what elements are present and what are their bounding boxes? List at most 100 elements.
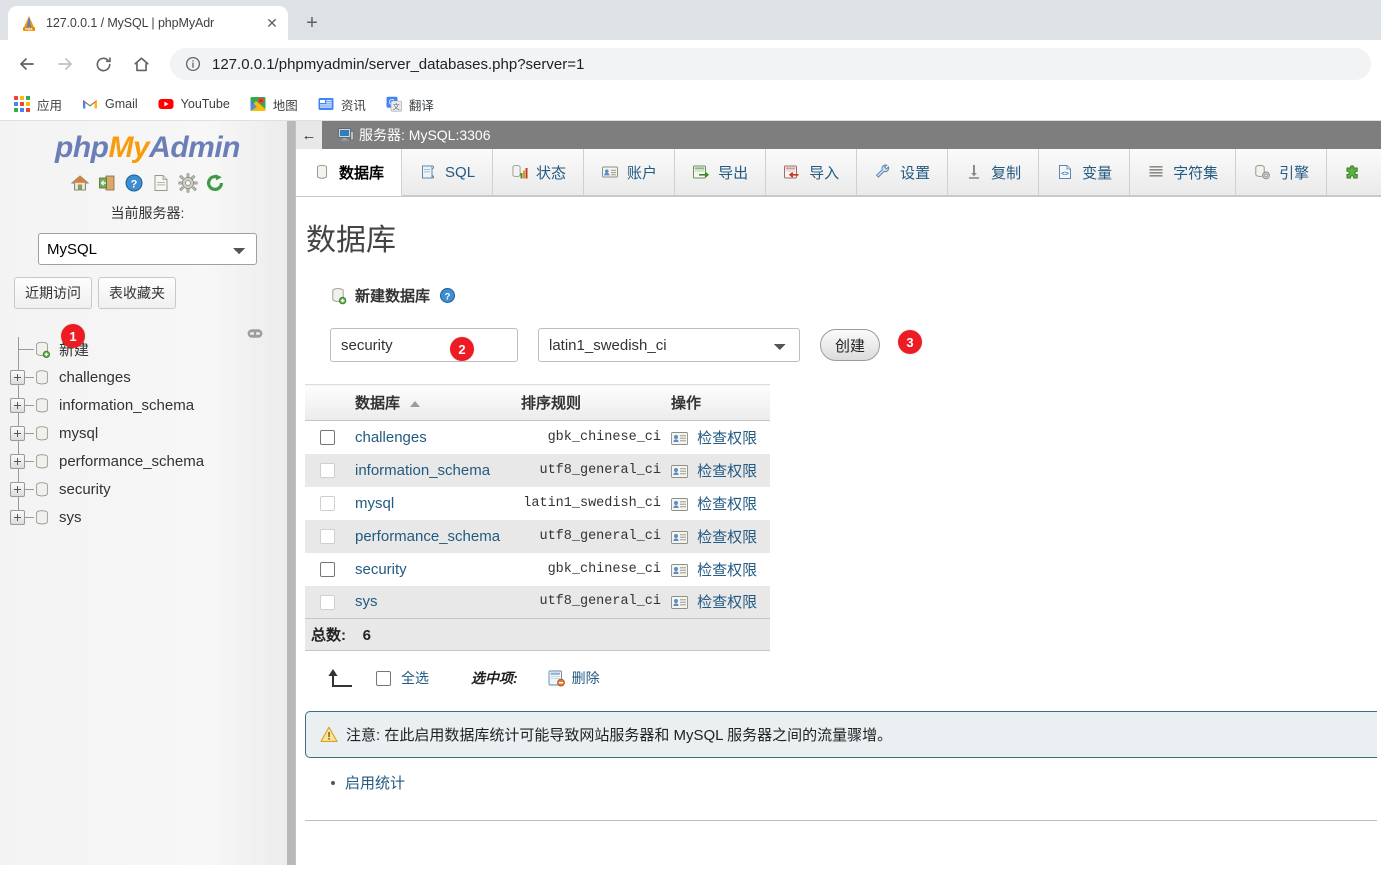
collation-cell: utf8_general_ci	[515, 585, 665, 619]
action-cell[interactable]: 检查权限	[665, 453, 770, 487]
enable-statistics-link[interactable]: 启用统计	[345, 772, 405, 793]
delete-action[interactable]: 删除	[548, 668, 600, 688]
tab-charsets[interactable]: 字符集	[1130, 149, 1237, 196]
new-tab-button[interactable]: +	[298, 9, 326, 37]
list-item[interactable]: 启用统计	[331, 772, 1381, 793]
tree-node-challenges[interactable]: challenges	[10, 363, 295, 391]
check-privileges-link[interactable]: 检查权限	[697, 496, 757, 513]
tree-node-security[interactable]: security	[10, 475, 295, 503]
tree-expand-icon[interactable]	[10, 425, 25, 441]
address-bar[interactable]: 127.0.0.1/phpmyadmin/server_databases.ph…	[170, 48, 1371, 80]
tab-import[interactable]: 导入	[766, 149, 858, 196]
create-button[interactable]: 创建	[820, 329, 881, 361]
database-link[interactable]: challenges	[355, 429, 427, 446]
nav-tabbar: 数据库 SQL 状态 账户 导出 导入 设置 复制 <> 变量 字符集 引擎	[296, 149, 1381, 197]
tree-expand-icon[interactable]	[10, 397, 25, 413]
tree-node-label: performance_schema	[59, 452, 205, 470]
tab-settings[interactable]: 设置	[857, 149, 949, 196]
bookmark-apps[interactable]: 应用	[14, 95, 62, 114]
table-row[interactable]: security gbk_chinese_ci 检查权限	[305, 552, 770, 586]
check-privileges-link[interactable]: 检查权限	[697, 562, 757, 579]
tab-plugins[interactable]	[1327, 149, 1381, 196]
tree-node-performance-schema[interactable]: performance_schema	[10, 447, 295, 475]
sidebar-tab-favorites[interactable]: 表收藏夹	[98, 277, 176, 309]
database-link[interactable]: sys	[355, 593, 378, 610]
database-name-input[interactable]	[330, 328, 518, 362]
back-icon[interactable]	[10, 47, 44, 81]
row-checkbox[interactable]	[319, 463, 335, 479]
select-all-label[interactable]: 全选	[401, 668, 429, 688]
tab-replication[interactable]: 复制	[948, 149, 1040, 196]
bookmark-youtube[interactable]: YouTube	[158, 96, 230, 112]
check-privileges-icon	[671, 464, 688, 478]
settings-gear-icon[interactable]	[178, 173, 198, 193]
home-icon[interactable]	[124, 47, 158, 81]
action-cell[interactable]: 检查权限	[665, 552, 770, 586]
tree-expand-icon[interactable]	[10, 369, 25, 385]
delete-label[interactable]: 删除	[572, 668, 600, 688]
table-row[interactable]: mysql latin1_swedish_ci 检查权限	[305, 486, 770, 520]
tab-export[interactable]: 导出	[675, 149, 767, 196]
tab-sql[interactable]: SQL	[402, 149, 494, 196]
column-header-database[interactable]: 数据库	[349, 384, 515, 421]
check-privileges-link[interactable]: 检查权限	[697, 430, 757, 447]
phpmyadmin-logo[interactable]: phpMyAdmin	[0, 121, 295, 165]
row-checkbox[interactable]	[319, 594, 335, 610]
help-icon[interactable]: ?	[124, 173, 144, 193]
tree-expand-icon[interactable]	[10, 453, 25, 469]
table-row[interactable]: challenges gbk_chinese_ci 检查权限	[305, 420, 770, 454]
bookmark-translate[interactable]: G 文 翻译	[386, 95, 434, 114]
bookmark-gmail[interactable]: Gmail	[82, 96, 138, 112]
row-checkbox[interactable]	[319, 430, 335, 446]
action-cell[interactable]: 检查权限	[665, 519, 770, 553]
column-header-collation[interactable]: 排序规则	[515, 384, 665, 421]
tab-accounts[interactable]: 账户	[584, 149, 676, 196]
browser-tab[interactable]: PMA 127.0.0.1 / MySQL | phpMyAdr ✕	[8, 6, 288, 40]
refresh-icon[interactable]	[205, 173, 225, 193]
tab-variables[interactable]: <> 变量	[1039, 149, 1131, 196]
help-question-icon[interactable]: ?	[439, 287, 456, 304]
select-all-checkbox[interactable]	[376, 670, 391, 686]
row-checkbox[interactable]	[319, 562, 335, 578]
database-link[interactable]: mysql	[355, 495, 394, 512]
tab-engines[interactable]: 引擎	[1236, 149, 1328, 196]
docs-icon[interactable]	[151, 173, 171, 193]
home-icon[interactable]	[70, 173, 90, 193]
tree-expand-icon[interactable]	[10, 481, 25, 497]
tab-databases[interactable]: 数据库	[296, 149, 403, 196]
forward-icon[interactable]	[48, 47, 82, 81]
tree-expand-icon[interactable]	[10, 509, 25, 525]
sidebar-scrollbar-thumb[interactable]	[287, 121, 295, 865]
server-select[interactable]: MySQL	[38, 233, 257, 265]
bookmark-news[interactable]: 资讯	[318, 95, 366, 114]
wrench-settings-icon	[874, 163, 892, 181]
action-cell[interactable]: 检查权限	[665, 420, 770, 454]
database-link[interactable]: security	[355, 561, 407, 578]
check-privileges-link[interactable]: 检查权限	[697, 594, 757, 611]
sidebar-tab-recent[interactable]: 近期访问	[14, 277, 92, 309]
tree-node-mysql[interactable]: mysql	[10, 419, 295, 447]
table-row[interactable]: information_schema utf8_general_ci 检查权限	[305, 453, 770, 487]
table-row[interactable]: performance_schema utf8_general_ci 检查权限	[305, 519, 770, 553]
sidebar-scrollbar[interactable]	[287, 121, 295, 865]
check-privileges-link[interactable]: 检查权限	[697, 463, 757, 480]
collation-select[interactable]: latin1_swedish_ci	[538, 328, 800, 362]
logout-icon[interactable]	[97, 173, 117, 193]
database-link[interactable]: performance_schema	[355, 528, 500, 545]
tree-node-sys[interactable]: sys	[10, 503, 295, 531]
action-cell[interactable]: 检查权限	[665, 486, 770, 520]
phpmyadmin-favicon: PMA	[20, 14, 38, 32]
table-row[interactable]: sys utf8_general_ci 检查权限	[305, 585, 770, 619]
row-checkbox[interactable]	[319, 529, 335, 545]
reload-icon[interactable]	[86, 47, 120, 81]
tree-node-information-schema[interactable]: information_schema	[10, 391, 295, 419]
tree-node-new[interactable]: 新建 1	[14, 324, 295, 363]
tab-status[interactable]: 状态	[493, 149, 585, 196]
collapse-sidebar-icon[interactable]: ←	[296, 121, 322, 149]
bookmark-maps[interactable]: 地图	[250, 95, 298, 114]
row-checkbox[interactable]	[319, 496, 335, 512]
close-icon[interactable]: ✕	[262, 13, 282, 33]
check-privileges-link[interactable]: 检查权限	[697, 529, 757, 546]
database-link[interactable]: information_schema	[355, 462, 490, 479]
action-cell[interactable]: 检查权限	[665, 585, 770, 619]
